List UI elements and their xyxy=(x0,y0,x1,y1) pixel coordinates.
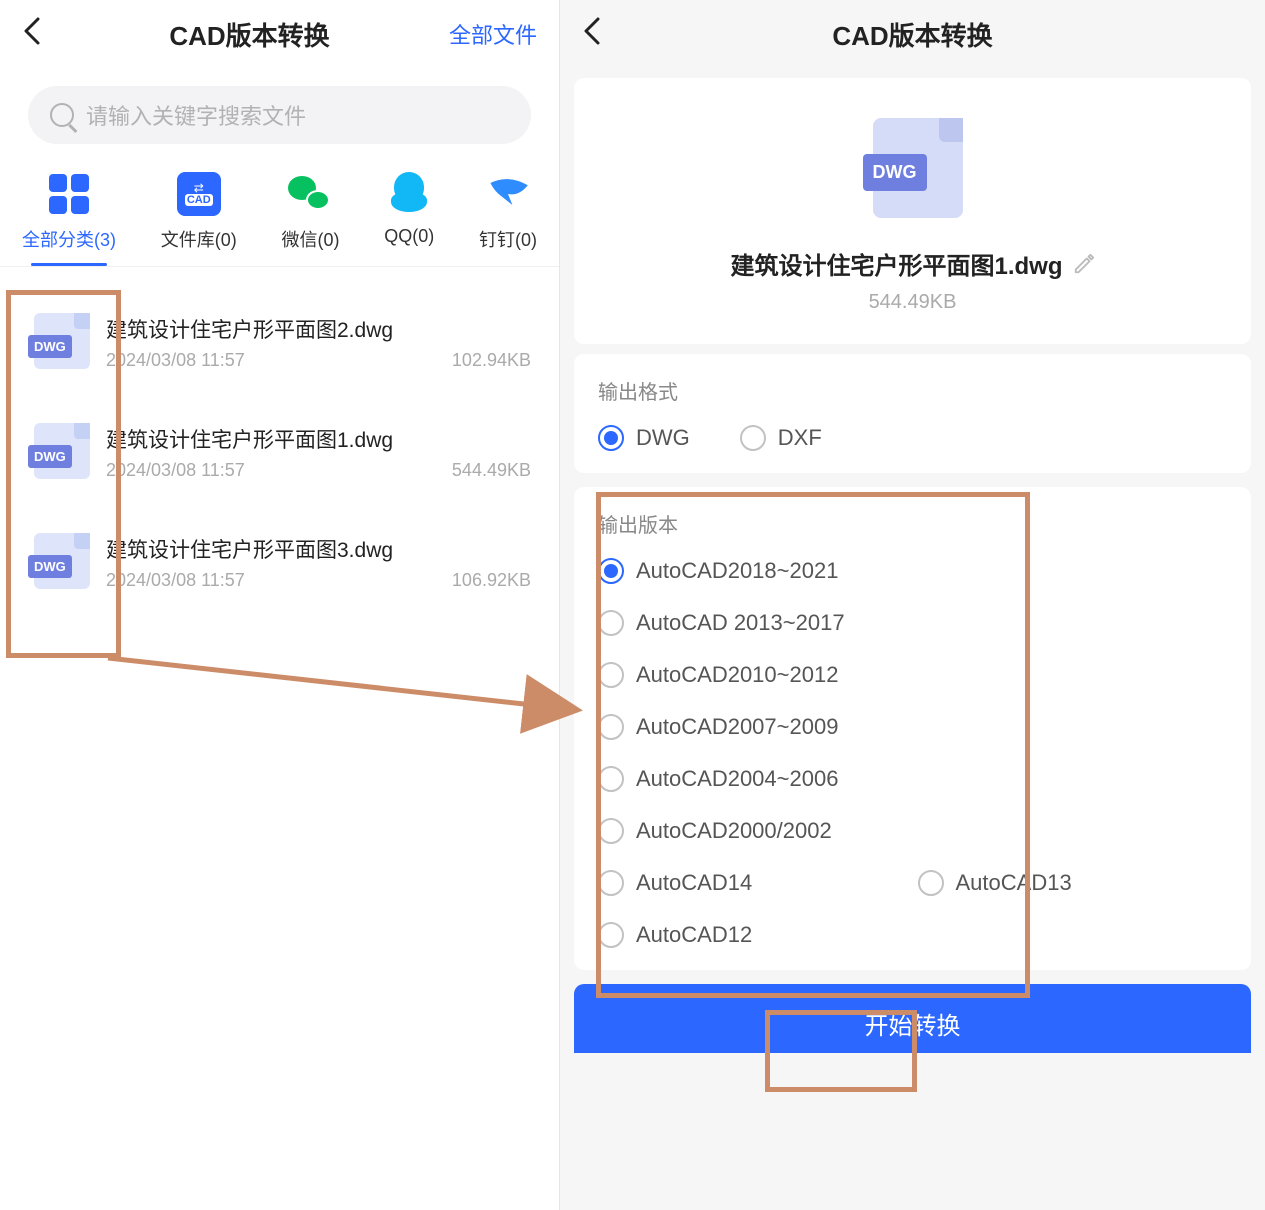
option-label: AutoCAD14 xyxy=(636,870,752,896)
selected-file-name: 建筑设计住宅户形平面图1.dwg xyxy=(730,246,1062,281)
option-label: AutoCAD13 xyxy=(956,870,1072,896)
file-browser-panel: CAD版本转换 全部文件 请输入关键字搜索文件 全部分类(3) ⇄CAD 文件库… xyxy=(0,0,560,1210)
option-label: AutoCAD2010~2012 xyxy=(636,662,838,688)
file-size: 102.94KB xyxy=(452,350,531,371)
qq-icon xyxy=(387,172,431,216)
dwg-file-icon: DWG xyxy=(28,313,90,371)
version-option[interactable]: AutoCAD2000/2002 xyxy=(598,818,1227,844)
tab-file-library[interactable]: ⇄CAD 文件库(0) xyxy=(161,172,237,266)
header-left: CAD版本转换 全部文件 xyxy=(0,0,559,68)
version-option[interactable]: AutoCAD14 xyxy=(598,870,908,896)
header-right: CAD版本转换 xyxy=(560,0,1265,68)
wechat-icon xyxy=(288,172,332,216)
option-label: AutoCAD2018~2021 xyxy=(636,558,838,584)
back-icon[interactable] xyxy=(22,16,50,53)
output-version-section: 输出版本 AutoCAD2018~2021 AutoCAD 2013~2017 Au… xyxy=(574,487,1251,970)
cad-icon: ⇄CAD xyxy=(177,172,221,216)
file-name: 建筑设计住宅户形平面图3.dwg xyxy=(106,534,531,564)
dwg-file-icon-large: DWG xyxy=(863,118,963,226)
file-date: 2024/03/08 11:57 xyxy=(106,570,245,591)
option-label: AutoCAD2000/2002 xyxy=(636,818,832,844)
tab-label: 钉钉(0) xyxy=(479,226,537,252)
version-option[interactable]: AutoCAD2004~2006 xyxy=(598,766,1227,792)
dwg-file-icon: DWG xyxy=(28,423,90,481)
version-option[interactable]: AutoCAD2007~2009 xyxy=(598,714,1227,740)
search-placeholder: 请输入关键字搜索文件 xyxy=(86,99,306,131)
selected-file-card: DWG 建筑设计住宅户形平面图1.dwg 544.49KB xyxy=(574,78,1251,344)
format-option-dwg[interactable]: DWG xyxy=(598,425,690,451)
version-option[interactable]: AutoCAD2018~2021 xyxy=(598,558,1227,584)
tab-label: 全部分类(3) xyxy=(22,226,116,252)
option-label: AutoCAD2007~2009 xyxy=(636,714,838,740)
format-label: 输出格式 xyxy=(598,376,1227,405)
version-option[interactable]: AutoCAD13 xyxy=(918,870,1228,896)
search-input[interactable]: 请输入关键字搜索文件 xyxy=(28,86,531,144)
search-icon xyxy=(50,103,74,127)
radio-icon xyxy=(918,870,944,896)
back-icon[interactable] xyxy=(582,16,610,53)
tab-qq[interactable]: QQ(0) xyxy=(384,172,434,266)
radio-icon xyxy=(740,425,766,451)
file-date: 2024/03/08 11:57 xyxy=(106,460,245,481)
file-date: 2024/03/08 11:57 xyxy=(106,350,245,371)
grid-icon xyxy=(47,172,91,216)
format-option-dxf[interactable]: DXF xyxy=(740,425,822,451)
radio-icon xyxy=(598,766,624,792)
radio-icon xyxy=(598,610,624,636)
page-title-right: CAD版本转换 xyxy=(610,16,1215,53)
file-size: 106.92KB xyxy=(452,570,531,591)
file-name: 建筑设计住宅户形平面图2.dwg xyxy=(106,314,531,344)
radio-icon xyxy=(598,922,624,948)
file-item[interactable]: DWG 建筑设计住宅户形平面图1.dwg 2024/03/08 11:57 54… xyxy=(0,397,559,507)
all-files-link[interactable]: 全部文件 xyxy=(449,18,537,50)
radio-icon xyxy=(598,818,624,844)
option-label: AutoCAD 2013~2017 xyxy=(636,610,845,636)
tab-label: 微信(0) xyxy=(281,226,339,252)
radio-icon xyxy=(598,662,624,688)
edit-icon[interactable] xyxy=(1073,253,1095,275)
dwg-file-icon: DWG xyxy=(28,533,90,591)
file-list: DWG 建筑设计住宅户形平面图2.dwg 2024/03/08 11:57 10… xyxy=(0,267,559,637)
radio-icon xyxy=(598,870,624,896)
option-label: DWG xyxy=(636,425,690,451)
start-convert-button[interactable]: 开始转换 xyxy=(574,984,1251,1053)
version-option[interactable]: AutoCAD2010~2012 xyxy=(598,662,1227,688)
tab-dingding[interactable]: 钉钉(0) xyxy=(479,172,537,266)
option-label: AutoCAD12 xyxy=(636,922,752,948)
file-size: 544.49KB xyxy=(452,460,531,481)
tab-label: QQ(0) xyxy=(384,226,434,247)
radio-icon xyxy=(598,558,624,584)
file-item[interactable]: DWG 建筑设计住宅户形平面图3.dwg 2024/03/08 11:57 10… xyxy=(0,507,559,617)
selected-file-size: 544.49KB xyxy=(574,291,1251,314)
output-format-section: 输出格式 DWG DXF xyxy=(574,354,1251,473)
tab-all-categories[interactable]: 全部分类(3) xyxy=(22,172,116,266)
radio-icon xyxy=(598,714,624,740)
tab-wechat[interactable]: 微信(0) xyxy=(281,172,339,266)
option-label: DXF xyxy=(778,425,822,451)
option-label: AutoCAD2004~2006 xyxy=(636,766,838,792)
version-label: 输出版本 xyxy=(598,509,1227,538)
version-option[interactable]: AutoCAD 2013~2017 xyxy=(598,610,1227,636)
file-item[interactable]: DWG 建筑设计住宅户形平面图2.dwg 2024/03/08 11:57 10… xyxy=(0,287,559,397)
source-tabs: 全部分类(3) ⇄CAD 文件库(0) 微信(0) QQ(0) 钉钉(0) xyxy=(0,144,559,267)
radio-icon xyxy=(598,425,624,451)
file-name: 建筑设计住宅户形平面图1.dwg xyxy=(106,424,531,454)
dingding-icon xyxy=(486,172,530,216)
page-title-left: CAD版本转换 xyxy=(50,16,449,53)
tab-label: 文件库(0) xyxy=(161,226,237,252)
conversion-panel: CAD版本转换 DWG 建筑设计住宅户形平面图1.dwg 544.49KB 输出… xyxy=(560,0,1265,1210)
version-option[interactable]: AutoCAD12 xyxy=(598,922,1227,948)
